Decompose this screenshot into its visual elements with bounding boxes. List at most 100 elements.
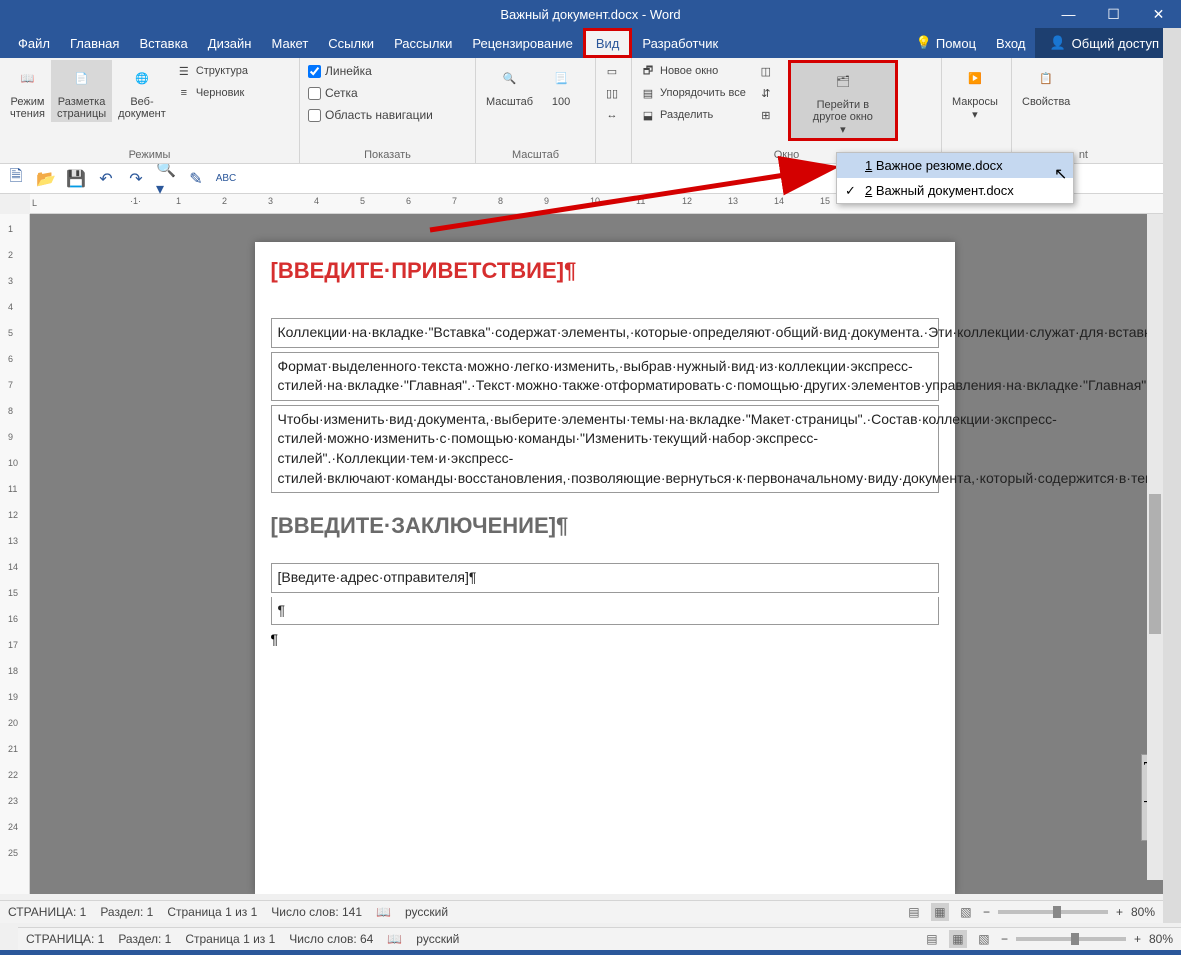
menu-design[interactable]: Дизайн <box>198 28 262 58</box>
navpane-checkbox[interactable]: Область навигации <box>304 104 437 126</box>
abc-icon[interactable]: ABC <box>216 169 236 189</box>
web-layout-button[interactable]: 🌐 Веб- документ <box>112 60 172 122</box>
status-page[interactable]: СТРАНИЦА: 1 <box>8 905 86 919</box>
page-layout-button[interactable]: 📄 Разметка страницы <box>51 60 112 122</box>
paragraph-empty-1[interactable]: ¶ <box>271 597 939 626</box>
menu-login[interactable]: Вход <box>986 28 1035 58</box>
save-icon[interactable]: 💾 <box>66 169 86 189</box>
new-file-icon[interactable]: 🗎 <box>6 169 26 189</box>
zoom-slider[interactable] <box>998 910 1108 914</box>
status2-page[interactable]: СТРАНИЦА: 1 <box>26 932 104 946</box>
paragraph-1[interactable]: Коллекции·на·вкладке·"Вставка"·содержат·… <box>271 318 939 348</box>
menu-review[interactable]: Рецензирование <box>462 28 582 58</box>
read-view-icon[interactable]: ▤ <box>905 903 923 921</box>
menu-view[interactable]: Вид <box>583 28 633 58</box>
undo-icon[interactable]: ↶ <box>96 169 116 189</box>
paragraph-sender[interactable]: [Введите·адрес·отправителя]¶ <box>271 563 939 593</box>
zoom-value[interactable]: 80% <box>1131 905 1155 919</box>
page-icon: 📄 <box>66 62 98 94</box>
macros-icon: ▶️ <box>959 62 991 94</box>
zoom-out-button[interactable]: − <box>983 905 990 919</box>
paragraph-2[interactable]: Формат·выделенного·текста·можно·легко·из… <box>271 352 939 401</box>
status-words[interactable]: Число слов: 141 <box>271 905 362 919</box>
page-100-icon: 📃 <box>545 62 577 94</box>
vertical-scrollbar[interactable] <box>1147 214 1163 880</box>
proofing-icon[interactable]: 📖 <box>376 905 391 919</box>
right-edge <box>1163 28 1181 923</box>
menu-file[interactable]: Файл <box>8 28 60 58</box>
proofing2-icon[interactable]: 📖 <box>387 932 402 946</box>
print-view-icon[interactable]: ▦ <box>931 903 949 921</box>
status2-pageof[interactable]: Страница 1 из 1 <box>185 932 275 946</box>
reset-position-button[interactable]: ⊞ <box>754 104 782 126</box>
menu-references[interactable]: Ссылки <box>318 28 384 58</box>
menu-insert[interactable]: Вставка <box>129 28 197 58</box>
structure-button[interactable]: ☰Структура <box>172 60 252 82</box>
zoom-in2-button[interactable]: + <box>1134 932 1141 946</box>
arrange-all-button[interactable]: ▤Упорядочить все <box>636 82 750 104</box>
multi-page-button[interactable]: ▯▯ <box>600 82 628 104</box>
properties-icon: 📋 <box>1030 62 1062 94</box>
dropdown-item-resume[interactable]: 1 Важное резюме.docx <box>837 153 1073 178</box>
status-lang[interactable]: русский <box>405 905 448 919</box>
new-window-button[interactable]: 🗗Новое окно <box>636 60 750 82</box>
modes-group-label: Режимы <box>4 149 295 163</box>
paragraph-empty-2[interactable]: ¶ <box>271 631 939 647</box>
menu-mailings[interactable]: Рассылки <box>384 28 462 58</box>
show-group-label: Показать <box>304 149 471 163</box>
minimize-button[interactable]: — <box>1046 0 1091 28</box>
macros-button[interactable]: ▶️ Макросы ▾ <box>946 60 1004 123</box>
one-page-button[interactable]: ▭ <box>600 60 628 82</box>
grid-checkbox[interactable]: Сетка <box>304 82 362 104</box>
status-bar-secondary: СТРАНИЦА: 1 Раздел: 1 Страница 1 из 1 Чи… <box>18 927 1181 950</box>
maximize-button[interactable]: ☐ <box>1091 0 1136 28</box>
syncscroll-icon: ⇵ <box>758 85 774 101</box>
draft-button[interactable]: ≡Черновик <box>172 82 252 104</box>
spelling-icon[interactable]: ✎ <box>186 169 206 189</box>
zoom-out2-button[interactable]: − <box>1001 932 1008 946</box>
magnifier-icon: 🔍 <box>494 62 526 94</box>
open-file-icon[interactable]: 📂 <box>36 169 56 189</box>
menu-layout[interactable]: Макет <box>261 28 318 58</box>
onepage-icon: ▭ <box>604 63 620 79</box>
status2-words[interactable]: Число слов: 64 <box>289 932 373 946</box>
sync-scroll-button[interactable]: ⇵ <box>754 82 782 104</box>
side-by-side-button[interactable]: ◫ <box>754 60 782 82</box>
status-section[interactable]: Раздел: 1 <box>100 905 153 919</box>
close-button[interactable]: ✕ <box>1136 0 1181 28</box>
zoom-value-2[interactable]: 80% <box>1149 932 1173 946</box>
ruler-checkbox[interactable]: Линейка <box>304 60 376 82</box>
page-width-button[interactable]: ↔ <box>600 104 628 126</box>
menu-bar: Файл Главная Вставка Дизайн Макет Ссылки… <box>0 28 1181 58</box>
print-view2-icon[interactable]: ▦ <box>949 930 967 948</box>
zoom-group-label: Масштаб <box>480 149 591 163</box>
properties-button[interactable]: 📋 Свойства <box>1016 60 1076 110</box>
hundred-percent-button[interactable]: 📃 100 <box>539 60 583 110</box>
switch-windows-button[interactable]: 🗂 Перейти в другое окно ▾ <box>788 60 898 141</box>
read-view2-icon[interactable]: ▤ <box>923 930 941 948</box>
share-button[interactable]: 👤 Общий доступ <box>1035 28 1173 58</box>
split-button[interactable]: ⬓Разделить <box>636 104 750 126</box>
zoom-slider-2[interactable] <box>1016 937 1126 941</box>
menu-home[interactable]: Главная <box>60 28 129 58</box>
web-view-icon[interactable]: ▧ <box>957 903 975 921</box>
menu-help[interactable]: 💡 Помоц <box>906 28 986 58</box>
print-preview-icon[interactable]: 🔍▾ <box>156 169 176 189</box>
heading-greeting[interactable]: [ВВЕДИТЕ·ПРИВЕТСТВИЕ]¶ <box>271 258 939 284</box>
scrollbar-thumb[interactable] <box>1149 494 1161 634</box>
sidebyside-icon: ◫ <box>758 63 774 79</box>
status2-section[interactable]: Раздел: 1 <box>118 932 171 946</box>
redo-icon[interactable]: ↷ <box>126 169 146 189</box>
web-view2-icon[interactable]: ▧ <box>975 930 993 948</box>
paragraph-3[interactable]: Чтобы·изменить·вид·документа,·выберите·э… <box>271 405 939 493</box>
status-pageof[interactable]: Страница 1 из 1 <box>167 905 257 919</box>
dropdown-item-document[interactable]: ✓ 2 Важный документ.docx <box>837 178 1073 203</box>
page: [ВВЕДИТЕ·ПРИВЕТСТВИЕ]¶ Коллекции·на·вкла… <box>255 242 955 894</box>
menu-developer[interactable]: Разработчик <box>632 28 728 58</box>
heading-conclusion[interactable]: [ВВЕДИТЕ·ЗАКЛЮЧЕНИЕ]¶ <box>271 513 939 539</box>
status2-lang[interactable]: русский <box>416 932 459 946</box>
zoom-button[interactable]: 🔍 Масштаб <box>480 60 539 110</box>
ruler-vertical: 1234567891011121314151617181920212223242… <box>0 214 30 894</box>
zoom-in-button[interactable]: + <box>1116 905 1123 919</box>
read-mode-button[interactable]: 📖 Режим чтения <box>4 60 51 122</box>
